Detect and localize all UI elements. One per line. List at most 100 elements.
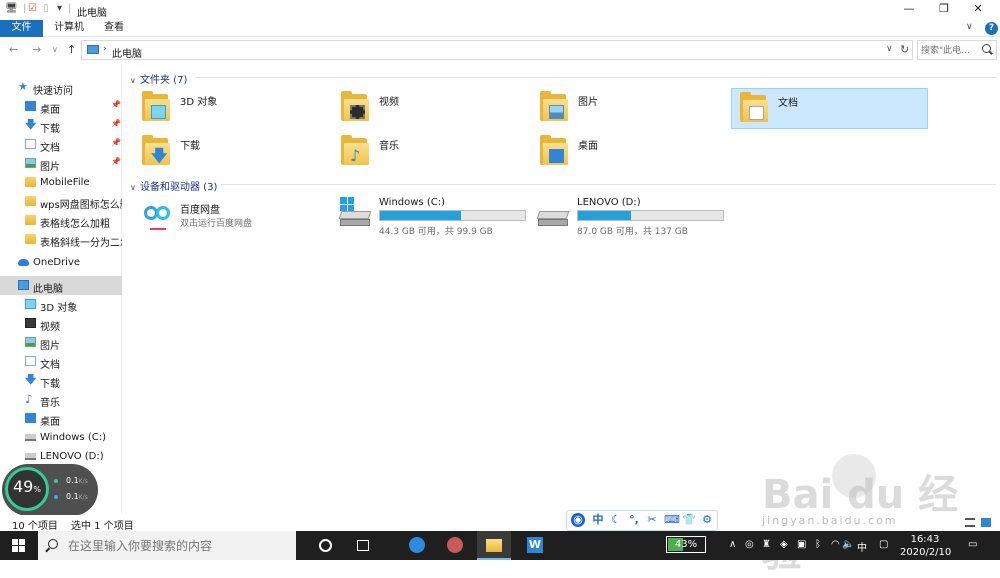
show-hidden-icons-icon[interactable]: ∧: [729, 539, 736, 550]
expand-ribbon-icon[interactable]: ∨: [966, 22, 973, 32]
sidebar-item-mobilefile[interactable]: MobileFile: [0, 173, 122, 192]
wifi-icon[interactable]: ◠: [831, 539, 840, 550]
ime-mode-icon[interactable]: ▢: [879, 539, 888, 550]
sidebar-item-pictures-pc[interactable]: 图片: [0, 333, 122, 352]
new-folder-icon[interactable]: ▯: [43, 3, 49, 14]
collapse-chevron-icon[interactable]: ∨: [130, 183, 140, 192]
sidebar-item-desktop-pc[interactable]: 桌面: [0, 409, 122, 428]
input-language-indicator[interactable]: 中: [857, 539, 867, 554]
sidebar-item-label: LENOVO (D:): [40, 451, 104, 462]
folder-tile-videos[interactable]: 视频: [341, 88, 535, 129]
tab-file[interactable]: 文件: [0, 20, 43, 37]
sidebar-item-label: 桌面: [40, 105, 60, 116]
sidebar-item-table-bold-folder[interactable]: 表格线怎么加粗: [0, 211, 122, 230]
keyboard-icon[interactable]: ⌨: [664, 513, 680, 527]
taskbar-app-file-explorer[interactable]: [477, 531, 511, 560]
sidebar-item-drive-c[interactable]: Windows (C:): [0, 428, 122, 447]
address-box[interactable]: › 此电脑 ∨ ↻: [81, 40, 913, 60]
settings-icon[interactable]: ⚙: [700, 513, 714, 527]
sidebar-item-quick-access[interactable]: ★ 快速访问: [0, 78, 122, 97]
tab-computer[interactable]: 计算机: [54, 20, 84, 37]
forward-arrow-icon[interactable]: →: [32, 43, 41, 56]
security-tray-icon[interactable]: ♜: [762, 539, 771, 550]
sidebar-item-label: 桌面: [40, 417, 60, 428]
sidebar-item-music[interactable]: ♪ 音乐: [0, 390, 122, 409]
chevron-right-icon[interactable]: ›: [103, 44, 107, 54]
folder-tile-documents[interactable]: 文档: [731, 88, 928, 129]
search-box[interactable]: [917, 40, 997, 60]
devices-group-header[interactable]: ∨ 设备和驱动器 (3): [130, 178, 217, 193]
sidebar-item-wps-folder[interactable]: wps网盘图标怎么删: [0, 192, 122, 211]
refresh-icon[interactable]: ↻: [900, 43, 909, 56]
baidu-jingyan-watermark: Bai du 经验 jingyan.baidu.com: [762, 450, 997, 576]
sidebar-item-pictures[interactable]: 图片 📌: [0, 154, 122, 173]
folder-tile-desktop[interactable]: 桌面: [540, 132, 734, 173]
taskbar-app-media[interactable]: [438, 531, 472, 560]
restore-button[interactable]: ❐: [929, 2, 959, 15]
taskbar-app-browser[interactable]: [400, 531, 434, 560]
moon-icon[interactable]: ☾: [609, 513, 623, 527]
chinese-mode-icon[interactable]: 中: [591, 513, 605, 527]
browser-tray-icon[interactable]: ◎: [745, 539, 754, 550]
explorer-app-icon[interactable]: 🖥: [5, 3, 18, 14]
search-input[interactable]: [921, 44, 979, 57]
properties-icon[interactable]: ☑: [28, 3, 37, 14]
sidebar-item-documents-pc[interactable]: 文档: [0, 352, 122, 371]
volume-icon[interactable]: 🔈: [842, 539, 854, 550]
sidebar-item-documents[interactable]: 文档 📌: [0, 135, 122, 154]
bluetooth-tray-icon[interactable]: ᛒ: [815, 539, 821, 550]
sidebar-item-this-pc[interactable]: 此电脑: [0, 276, 122, 295]
folders-group-header[interactable]: ∨ 文件夹 (7): [130, 71, 187, 86]
drive-tile-d[interactable]: LENOVO (D:) 87.0 GB 可用，共 137 GB: [536, 195, 731, 239]
quick-access-dropdown-icon[interactable]: ▾: [57, 3, 62, 14]
taskbar-app-wps[interactable]: W: [518, 531, 552, 560]
sidebar-item-label: wps网盘图标怎么删: [40, 200, 122, 211]
shirt-icon[interactable]: 👕: [682, 513, 696, 527]
task-view-button[interactable]: [346, 531, 380, 560]
network-speed-widget[interactable]: 49% 0.1K/s 0.1K/s: [2, 464, 98, 516]
cube-tray-icon[interactable]: ◈: [780, 539, 788, 550]
taskbar-search[interactable]: [38, 531, 296, 560]
folder-tile-music[interactable]: ♪ 音乐: [341, 132, 535, 173]
baidu-netdisk-tile[interactable]: 百度网盘 双击运行百度网盘: [142, 198, 336, 242]
back-arrow-icon[interactable]: ←: [9, 43, 18, 56]
divider: [196, 77, 996, 78]
clock[interactable]: 16:43 2020/2/10: [900, 533, 951, 559]
notifications-icon[interactable]: ▭: [968, 539, 977, 550]
sidebar-item-desktop[interactable]: 桌面 📌: [0, 97, 122, 116]
collapse-chevron-icon[interactable]: ∨: [130, 76, 140, 85]
up-arrow-icon[interactable]: ↑: [67, 43, 76, 56]
address-dropdown-icon[interactable]: ∨: [886, 44, 893, 54]
sidebar-item-label: 图片: [40, 341, 60, 352]
help-icon[interactable]: ?: [985, 22, 998, 35]
recent-dropdown-icon[interactable]: ∨: [52, 45, 58, 54]
sidebar-item-onedrive[interactable]: OneDrive: [0, 253, 122, 272]
tab-view[interactable]: 查看: [104, 20, 124, 37]
address-path[interactable]: 此电脑: [112, 45, 142, 60]
battery-indicator[interactable]: 43%: [666, 536, 706, 553]
scissors-icon[interactable]: ✂: [645, 513, 659, 527]
desktop-icon: [25, 413, 36, 423]
sidebar-item-label: Windows (C:): [40, 432, 106, 443]
app-tray-icon[interactable]: ▣: [797, 539, 806, 550]
folder-tile-3d-objects[interactable]: 3D 对象: [142, 88, 336, 129]
punctuation-icon[interactable]: °,: [627, 513, 641, 527]
sidebar-item-videos[interactable]: 视频: [0, 314, 122, 333]
folder-tile-downloads[interactable]: 🡇 下载: [142, 132, 336, 173]
cortana-button[interactable]: [308, 531, 342, 560]
sidebar-item-3d-objects[interactable]: 3D 对象: [0, 295, 122, 314]
document-icon: [25, 139, 36, 149]
drive-tile-c[interactable]: Windows (C:) 44.3 GB 可用，共 99.9 GB: [338, 195, 533, 239]
minimize-button[interactable]: —: [894, 2, 924, 15]
ime-logo-icon[interactable]: ◉: [571, 513, 585, 527]
sidebar-item-downloads-pc[interactable]: 🡇 下载: [0, 371, 122, 390]
folder-tile-pictures[interactable]: 图片: [540, 88, 734, 129]
close-button[interactable]: ✕: [963, 2, 993, 15]
usage-percent: 49%: [13, 477, 41, 496]
taskbar-search-input[interactable]: [68, 538, 288, 554]
sidebar-item-table-diagonal-folder[interactable]: 表格斜线一分为二怎: [0, 230, 122, 249]
search-icon[interactable]: [982, 44, 991, 53]
drive-usage-fill: [380, 211, 461, 220]
windows-start-icon[interactable]: [12, 539, 25, 552]
sidebar-item-downloads[interactable]: 🡇 下载 📌: [0, 116, 122, 135]
